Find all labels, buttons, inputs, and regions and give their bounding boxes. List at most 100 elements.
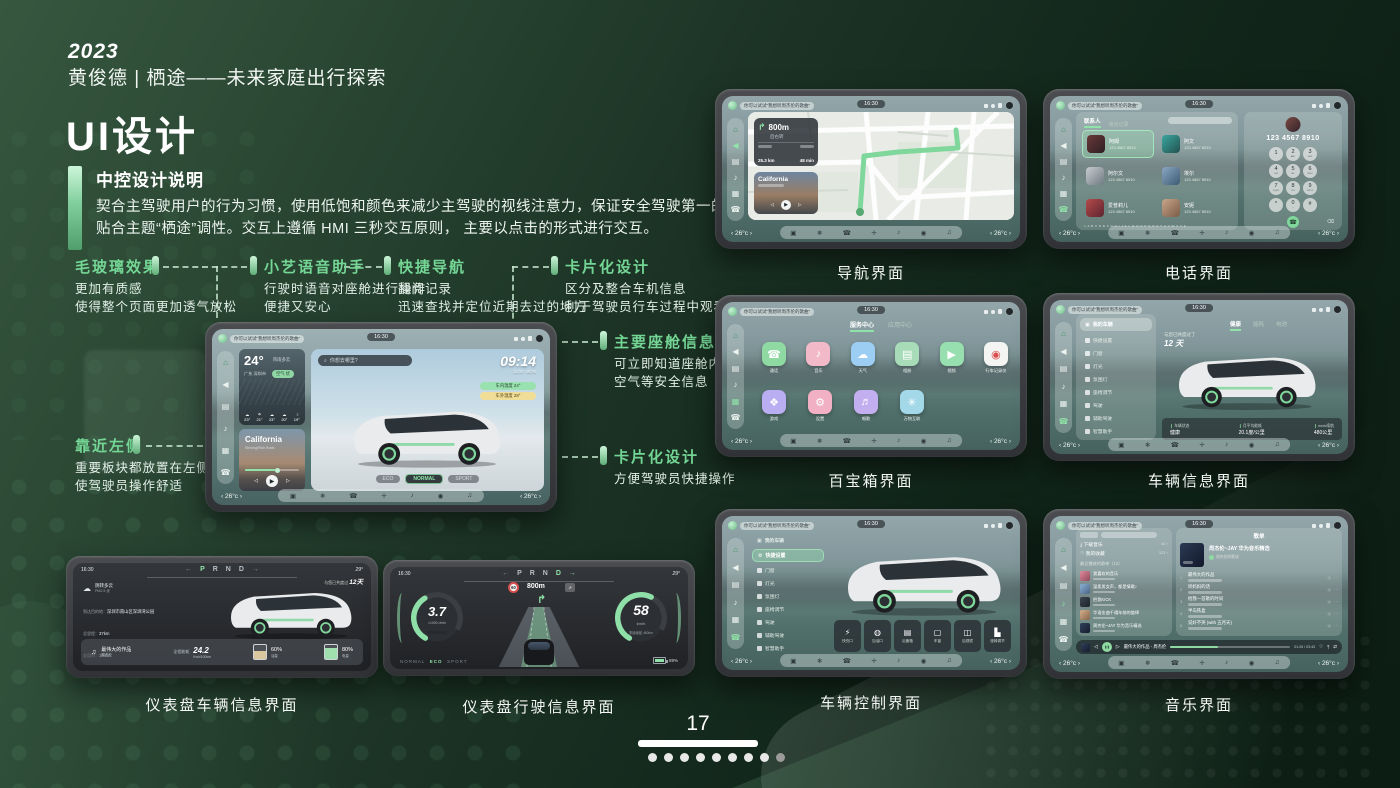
menu-item[interactable]: 氛围灯 — [752, 590, 824, 603]
key-7[interactable]: 7PQRS — [1269, 181, 1283, 195]
tab-call-log[interactable]: 通话记录 — [1109, 121, 1129, 128]
volume-icon[interactable]: ◉ — [921, 229, 927, 237]
favorites-row[interactable]: ♡ 我的收藏121 › — [1080, 550, 1168, 559]
voice-hint-bubble[interactable]: 你可以试试“我想听周杰伦的歌曲” — [740, 522, 814, 530]
menu-item[interactable]: 快捷设置 — [1080, 334, 1152, 347]
seat-icon[interactable]: ▤ — [1060, 364, 1068, 373]
pagination-dot[interactable] — [712, 753, 721, 762]
menu-item[interactable]: 座椅调节 — [1080, 386, 1152, 399]
music-mini-card[interactable]: California ◁ ▶ ▷ — [754, 172, 818, 214]
menu-item[interactable]: 座椅调节 — [752, 603, 824, 616]
track-row[interactable]: 5说好不哭 (with 五月天)◎⋯ — [1180, 619, 1338, 631]
weather-card[interactable]: 24° 阵雨多云 广东 深圳市 空气 优 ☁23° ☂21° ☁23° ☁20°… — [239, 349, 305, 425]
app-music[interactable]: ♪音乐 — [800, 342, 836, 374]
call-button[interactable]: ☎ — [1287, 216, 1299, 228]
previous-button[interactable]: ◁ — [1094, 644, 1098, 650]
app-dashcam[interactable]: ◉行车记录仪 — [978, 342, 1014, 374]
defrost-icon[interactable]: ❄ — [1145, 229, 1150, 237]
contact-item[interactable]: 安妮123 4567 8910 — [1158, 194, 1230, 222]
apps-icon[interactable]: ▦ — [732, 189, 740, 198]
phone-icon[interactable]: ☎ — [731, 205, 741, 214]
playlist-icon[interactable]: ♫ — [947, 229, 952, 236]
assistant-icon[interactable] — [1333, 305, 1342, 314]
display-icon[interactable]: ▣ — [290, 492, 296, 500]
left-temp-control[interactable]: ‹ 26°c › — [731, 230, 752, 237]
display-icon[interactable]: ▣ — [790, 437, 796, 445]
key-0[interactable]: 0+ — [1286, 198, 1300, 212]
key-8[interactable]: 8TUV — [1286, 181, 1300, 195]
progress-track[interactable] — [245, 469, 299, 471]
phone-icon[interactable]: ☎ — [731, 413, 741, 422]
menu-item[interactable]: 灯光 — [1080, 360, 1152, 373]
nav-card[interactable]: ↱ 800m 后右转 25.3 km 48 min — [754, 118, 818, 166]
tab-services[interactable]: 服务中心 — [850, 320, 874, 332]
key-5[interactable]: 5JKL — [1286, 164, 1300, 178]
home-icon[interactable]: ⌂ — [733, 125, 738, 134]
pause-button[interactable]: ❚❚ — [1102, 642, 1112, 652]
user-avatar[interactable] — [728, 101, 737, 110]
defrost-icon[interactable]: ❄ — [1145, 441, 1150, 449]
assistant-icon[interactable] — [1333, 101, 1342, 110]
track-row[interactable]: 3给我一首歌的时间◎⋯ — [1180, 595, 1338, 607]
charge-port-button[interactable]: ⚡快充口 — [834, 620, 861, 652]
defrost-icon[interactable]: ❄ — [817, 657, 822, 665]
contact-item[interactable]: 阿尔文123 4567 8910 — [1082, 162, 1154, 190]
left-temp-control[interactable]: ‹ 26°c › — [1059, 230, 1080, 237]
home-icon[interactable]: ⌂ — [1061, 545, 1066, 554]
music-icon[interactable]: ♪ — [734, 598, 738, 607]
pagination-dot[interactable] — [744, 753, 753, 762]
disc-icon[interactable]: ◎ — [1328, 575, 1332, 580]
user-avatar[interactable] — [728, 307, 737, 316]
music-icon[interactable]: ♪ — [1225, 659, 1228, 666]
menu-item[interactable]: 驾驶 — [752, 616, 824, 629]
phone-icon[interactable]: ☎ — [221, 468, 231, 477]
voice-hint-bubble[interactable]: 你可以试试“我想听周杰伦的歌曲” — [740, 102, 814, 110]
mode-eco[interactable]: ECO — [430, 659, 443, 664]
seat-icon[interactable]: ▤ — [732, 157, 740, 166]
phone-icon[interactable]: ☎ — [1171, 441, 1179, 449]
disc-icon[interactable]: ◎ — [1328, 611, 1332, 616]
climate-icon[interactable]: ✛ — [1199, 659, 1204, 667]
album-art[interactable] — [1180, 543, 1204, 567]
playlist-item[interactable]: 把我KICK — [1080, 595, 1168, 608]
seat-adjust-button[interactable]: ▙座椅调节 — [984, 620, 1011, 652]
music-icon[interactable]: ♪ — [1225, 229, 1228, 236]
volume-icon[interactable]: ◉ — [1249, 659, 1255, 667]
music-icon[interactable]: ♪ — [897, 229, 900, 236]
display-icon[interactable]: ▣ — [790, 229, 796, 237]
tab-health[interactable]: 健康 — [1230, 320, 1241, 331]
climate-icon[interactable]: ✛ — [871, 437, 876, 445]
navigation-icon[interactable]: ◀ — [1060, 563, 1066, 572]
track-row[interactable]: 2听妈妈的话◎⋯ — [1180, 583, 1338, 595]
window-button[interactable]: ▢车窗 — [924, 620, 951, 652]
volume-icon[interactable]: ◉ — [921, 657, 927, 665]
map-panel[interactable]: ↱ 800m 后右转 25.3 km 48 min California ◁ ▶ — [748, 112, 1014, 220]
defrost-icon[interactable]: ❄ — [320, 492, 325, 500]
right-temp-control[interactable]: ‹ 26°c › — [1318, 660, 1339, 667]
mode-sport-button[interactable]: SPORT — [448, 475, 479, 483]
display-icon[interactable]: ▣ — [790, 657, 796, 665]
app-gallery[interactable]: ▤相册 — [889, 342, 925, 374]
playlist-icon[interactable]: ♫ — [1275, 441, 1280, 448]
right-temp-control[interactable]: ‹ 26°c › — [990, 438, 1011, 445]
app-settings[interactable]: ⚙设置 — [802, 390, 838, 422]
volume-icon[interactable]: ◉ — [921, 437, 927, 445]
menu-item[interactable]: 灯光 — [752, 577, 824, 590]
navigation-icon[interactable]: ◀ — [732, 347, 738, 356]
pagination-dot[interactable] — [664, 753, 673, 762]
playlist-icon[interactable]: ♫ — [947, 657, 952, 664]
menu-quick-settings[interactable]: ⚙ 快捷设置 — [752, 549, 824, 562]
playlist-icon[interactable]: ♫ — [467, 492, 472, 499]
home-icon[interactable]: ⌂ — [733, 545, 738, 554]
defrost-icon[interactable]: ❄ — [817, 437, 822, 445]
pagination-dot[interactable] — [760, 753, 769, 762]
climate-icon[interactable]: ✛ — [871, 657, 876, 665]
home-icon[interactable]: ⌂ — [1061, 125, 1066, 134]
downloads-row[interactable]: ⤓ 下载音乐30 › — [1080, 541, 1168, 550]
playlist-item[interactable]: 我喜欢的音乐 — [1080, 569, 1168, 582]
seat-icon[interactable]: ▤ — [222, 402, 230, 411]
search-bar[interactable]: ⌕ 你想去哪里? — [318, 355, 412, 366]
home-icon[interactable]: ⌂ — [733, 331, 738, 340]
tab-contacts[interactable]: 联系人 — [1084, 117, 1101, 128]
music-icon[interactable]: ♪ — [411, 492, 414, 499]
